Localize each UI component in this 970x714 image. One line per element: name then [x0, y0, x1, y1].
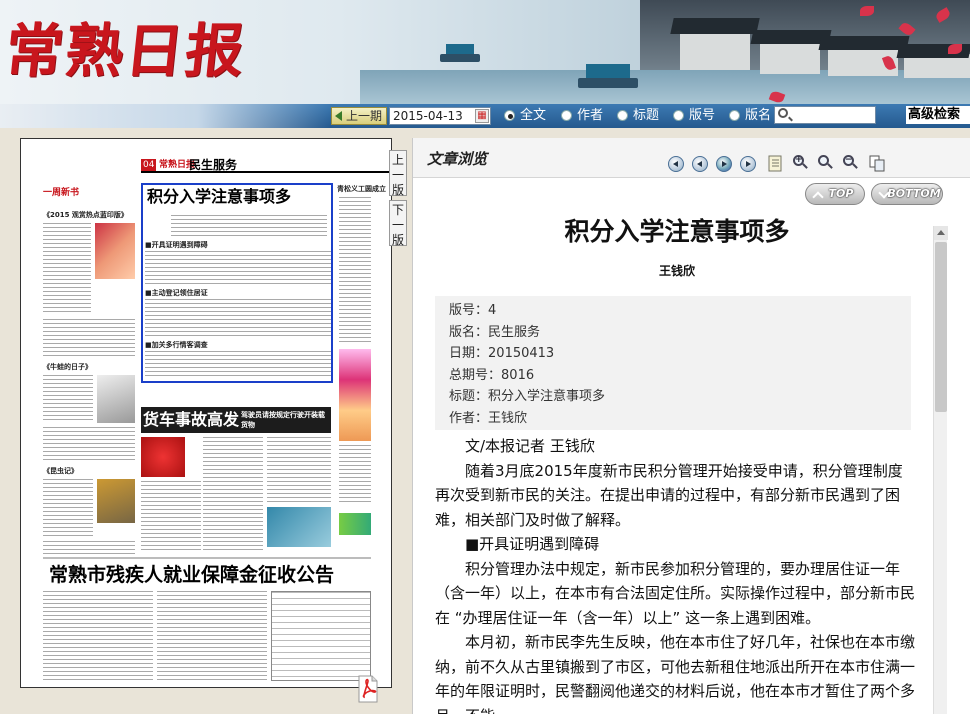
site-banner: 常熟日报 — [0, 0, 970, 104]
radio-icon — [673, 110, 684, 121]
book-column-head[interactable]: 一周新书 — [43, 189, 79, 198]
search-option-page-name[interactable]: 版名 — [729, 108, 771, 124]
last-article-icon[interactable] — [740, 156, 756, 172]
ad-image — [339, 349, 371, 441]
prev-page-button[interactable]: 上一版 — [389, 150, 407, 197]
zoom-in-icon[interactable]: + — [793, 155, 808, 169]
search-option-fulltext[interactable]: 全文 — [504, 108, 546, 124]
search-icon — [778, 108, 788, 118]
banner-house — [760, 40, 820, 74]
search-option-title[interactable]: 标题 — [617, 108, 659, 124]
article-toolbar: 文章浏览 + − — [413, 138, 970, 178]
article-panel-title: 文章浏览 — [427, 150, 488, 168]
article-title: 积分入学注意事项多 — [564, 217, 790, 246]
book-title-2[interactable]: 《牛蛙的日子》 — [43, 363, 92, 372]
boat-icon — [578, 78, 638, 88]
next-page-button[interactable]: 下一版 — [389, 200, 407, 247]
scroll-top-button[interactable]: TOP — [805, 183, 865, 205]
page-section-name: 民生服务 — [189, 158, 238, 172]
accident-headline: 货车事故高发 — [143, 410, 240, 429]
photo-image — [267, 507, 331, 547]
newspaper-page: 04 常熟日报 民生服务 一周新书 《2015 观赏热点蓝印版》 《牛蛙的日子》… — [41, 153, 391, 683]
notice-table — [271, 591, 371, 681]
meta-row: 日期：20150413 — [449, 346, 555, 361]
selected-article-region[interactable]: 积分入学注意事项多 ■开具证明遇到障碍 ■主动登记领住居证 ■加关多行情客调查 — [141, 183, 333, 383]
radio-icon — [504, 110, 515, 121]
article-body: 文/本报记者 王钱欣 随着3月底2015年度新市民积分管理开始接受申请，积分管理… — [435, 434, 915, 714]
book-title-3[interactable]: 《昆虫记》 — [43, 467, 78, 476]
zoom-out-icon[interactable]: − — [843, 155, 858, 169]
banner-house — [680, 30, 750, 70]
page-number: 04 — [141, 159, 157, 171]
newspaper-page-view[interactable]: 04 常熟日报 民生服务 一周新书 《2015 观赏热点蓝印版》 《牛蛙的日子》… — [20, 138, 392, 688]
prev-issue-button[interactable]: 上一期 — [331, 107, 387, 125]
issue-date-field[interactable]: 2015-04-13 ▦ — [389, 107, 491, 125]
book-cover-image — [97, 479, 135, 523]
meta-row: 作者：王钱欣 — [449, 410, 528, 426]
site-logo[interactable]: 常熟日报 — [2, 4, 251, 88]
article-byline: 文/本报记者 王钱欣 — [465, 437, 595, 455]
meta-row: 总期号：8016 — [449, 367, 535, 383]
warning-image — [141, 437, 185, 477]
search-input[interactable] — [774, 106, 876, 124]
petal-icon — [948, 44, 962, 54]
article-author: 王钱欣 — [658, 264, 695, 278]
scroll-up-arrow-icon[interactable] — [934, 226, 948, 240]
article-paragraph: 本月初，新市民李先生反映，他在本市住了好几年，社保也在本市缴纳，前不久从古里镇搬… — [435, 633, 916, 714]
scrollbar-thumb[interactable] — [935, 242, 947, 412]
boat-cabin — [446, 44, 474, 54]
meta-row: 标题：积分入学注意事项多 — [449, 389, 606, 404]
calendar-icon[interactable]: ▦ — [475, 109, 489, 123]
petal-icon — [860, 6, 874, 16]
radio-icon — [729, 110, 740, 121]
radio-icon — [561, 110, 572, 121]
next-article-icon[interactable] — [716, 156, 732, 172]
first-article-icon[interactable] — [668, 156, 684, 172]
article-subhead: ■开具证明遇到障碍 — [465, 535, 600, 553]
book-title-1[interactable]: 《2015 观赏热点蓝印版》 — [43, 211, 128, 220]
article-content[interactable]: 积分入学注意事项多 王钱欣 版号：4 版名：民生服务 日期：20150413 总… — [421, 210, 933, 714]
boat-icon — [440, 54, 480, 62]
ad-image — [339, 513, 371, 535]
article-list-icon[interactable] — [767, 155, 783, 172]
article-meta: 版号：4 版名：民生服务 日期：20150413 总期号：8016 标题：积分入… — [435, 296, 911, 430]
selected-article-title: 积分入学注意事项多 — [147, 187, 292, 206]
zoom-reset-icon[interactable] — [818, 155, 833, 169]
search-option-author[interactable]: 作者 — [561, 108, 603, 124]
boat-cabin — [586, 64, 630, 78]
banner-roof — [818, 36, 910, 50]
article-paragraph: 积分管理办法中规定，新市民参加积分管理的，要办理居住证一年（含一年）以上，在本市… — [435, 559, 916, 627]
prev-article-icon[interactable] — [692, 156, 708, 172]
copy-icon[interactable] — [869, 155, 885, 172]
page-header: 04 常熟日报 民生服务 — [141, 158, 391, 173]
scroll-jump-strip: TOP BOTTOM — [413, 178, 970, 210]
article-paragraph: 随着3月底2015年度新市民积分管理开始接受申请，积分管理制度再次受到新市民的关… — [435, 461, 903, 529]
meta-row: 版名：民生服务 — [449, 324, 541, 340]
volunteer-article-head[interactable]: 青松义工圆成立 — [337, 185, 386, 194]
scroll-bottom-button[interactable]: BOTTOM — [871, 183, 943, 205]
article-panel: 文章浏览 + − TOP BOTTOM 积分入学注意事项多 王钱欣 版号：4 版… — [412, 138, 970, 714]
radio-icon — [617, 110, 628, 121]
meta-row: 版号：4 — [449, 303, 497, 318]
arrow-left-icon — [335, 111, 342, 121]
pdf-download-icon[interactable] — [356, 675, 380, 703]
accident-subhead: 驾驶员请按规定行驶开装载货物 — [241, 411, 325, 429]
banner-roof — [670, 18, 760, 34]
book-cover-image — [97, 375, 135, 423]
book-cover-image — [95, 223, 135, 279]
article-scrollbar[interactable] — [933, 226, 948, 714]
advanced-search-link[interactable]: 高级检索 — [906, 106, 970, 124]
notice-headline[interactable]: 常熟市残疾人就业保障金征收公告 — [49, 563, 334, 587]
search-option-page-number[interactable]: 版号 — [673, 108, 715, 124]
